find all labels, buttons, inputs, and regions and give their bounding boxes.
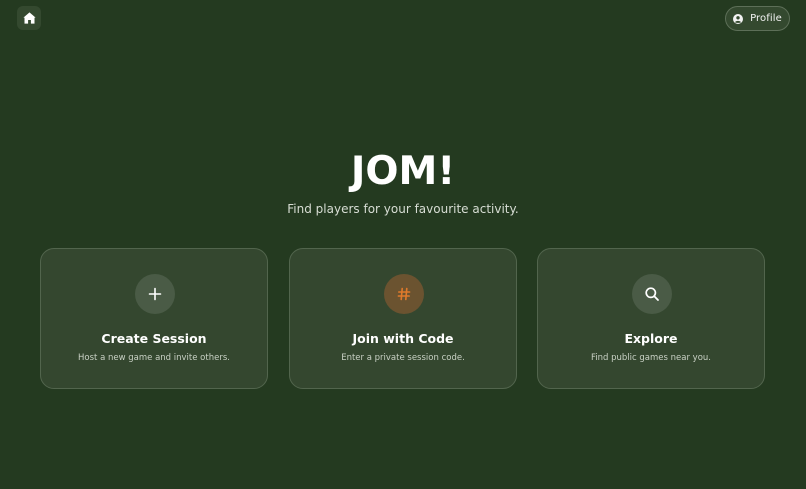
create-session-card[interactable]: Create Session Host a new game and invit… xyxy=(40,248,268,389)
user-circle-icon xyxy=(733,13,744,24)
app-title: JOM! xyxy=(350,149,456,194)
explore-description: Find public games near you. xyxy=(591,353,711,363)
app-subtitle: Find players for your favourite activity… xyxy=(287,202,519,216)
join-with-code-card[interactable]: Join with Code Enter a private session c… xyxy=(289,248,517,389)
hash-icon xyxy=(397,287,411,301)
create-session-icon-badge xyxy=(135,274,175,314)
search-icon xyxy=(644,286,660,302)
explore-title: Explore xyxy=(624,331,678,346)
explore-card[interactable]: Explore Find public games near you. xyxy=(537,248,765,389)
join-with-code-title: Join with Code xyxy=(352,331,454,346)
home-icon xyxy=(22,12,36,24)
create-session-description: Host a new game and invite others. xyxy=(78,353,230,363)
explore-icon-badge xyxy=(632,274,672,314)
profile-label: Profile xyxy=(750,13,782,24)
join-with-code-description: Enter a private session code. xyxy=(341,353,465,363)
create-session-title: Create Session xyxy=(101,331,207,346)
join-with-code-icon-badge xyxy=(384,274,424,314)
plus-icon xyxy=(148,287,162,301)
profile-button[interactable]: Profile xyxy=(725,6,790,31)
home-page: Profile JOM! Find players for your favou… xyxy=(0,0,806,489)
home-button[interactable] xyxy=(17,6,41,30)
